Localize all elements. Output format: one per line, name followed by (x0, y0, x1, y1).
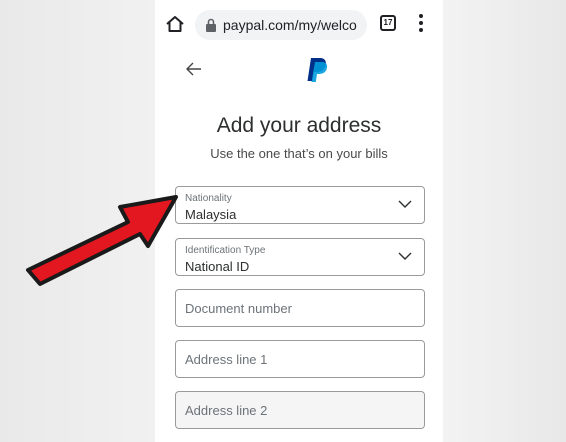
id-type-select[interactable]: Identification Type National ID (175, 238, 425, 276)
address-line-2-input[interactable]: Address line 2 (175, 391, 425, 429)
phone-screen: paypal.com/my/welco 17 Add your address … (155, 0, 443, 442)
address-line-2-placeholder: Address line 2 (185, 403, 268, 418)
lock-icon (206, 18, 216, 32)
chevron-down-icon (398, 252, 412, 260)
more-menu-icon[interactable] (417, 14, 425, 34)
document-number-input[interactable]: Document number (175, 289, 425, 327)
browser-toolbar: paypal.com/my/welco 17 (155, 0, 443, 48)
url-text: paypal.com/my/welco (223, 17, 357, 33)
page-title: Add your address (216, 114, 382, 137)
home-icon[interactable] (165, 15, 185, 33)
address-line-1-placeholder: Address line 1 (185, 352, 268, 367)
address-line-1-input[interactable]: Address line 1 (175, 340, 425, 378)
nationality-value: Malaysia (185, 207, 237, 222)
tab-switcher-button[interactable]: 17 (380, 15, 396, 31)
background-left (0, 0, 155, 442)
nationality-select[interactable]: Nationality Malaysia (175, 186, 425, 224)
address-bar[interactable]: paypal.com/my/welco (195, 10, 367, 40)
paypal-logo-icon (307, 58, 328, 82)
nationality-label: Nationality (185, 193, 232, 204)
chevron-down-icon (398, 200, 412, 208)
background-right (443, 0, 566, 442)
document-number-placeholder: Document number (185, 301, 292, 316)
id-type-value: National ID (185, 259, 250, 274)
id-type-label: Identification Type (185, 245, 266, 256)
back-arrow-icon[interactable] (185, 60, 203, 78)
page-subtitle: Use the one that’s on your bills (210, 146, 388, 161)
